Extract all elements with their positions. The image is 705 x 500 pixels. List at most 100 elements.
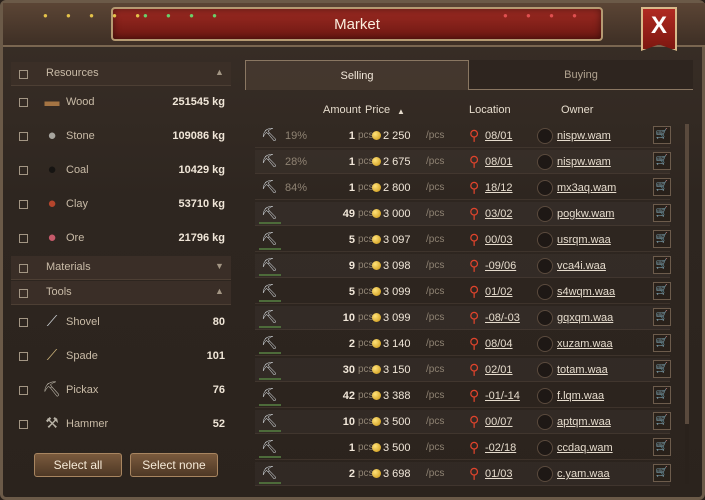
buy-cart-button[interactable]: 🛒 xyxy=(653,360,671,378)
collapse-arrow-icon[interactable]: ▲ xyxy=(215,286,224,296)
owner-link[interactable]: pogkw.wam xyxy=(557,208,614,220)
column-header-amount[interactable]: Amount xyxy=(323,104,361,116)
owner-avatar[interactable] xyxy=(537,466,553,482)
group-checkbox[interactable] xyxy=(19,264,28,273)
item-checkbox[interactable] xyxy=(19,132,28,141)
listing-row[interactable]: ⛏ 30 pcs 3 150/pcs ⚲ 02/01 totam.waa 🛒 xyxy=(255,358,671,382)
location-link[interactable]: -08/-03 xyxy=(485,312,520,324)
item-checkbox[interactable] xyxy=(19,200,28,209)
filter-item-stone[interactable]: ● Stone 109086 kg xyxy=(11,120,231,154)
collapse-arrow-icon[interactable]: ▲ xyxy=(215,67,224,77)
owner-avatar[interactable] xyxy=(537,414,553,430)
owner-link[interactable]: mx3aq.wam xyxy=(557,182,616,194)
owner-link[interactable]: gqxqm.waa xyxy=(557,312,613,324)
owner-link[interactable]: ccdaq.wam xyxy=(557,442,613,454)
location-link[interactable]: -01/-14 xyxy=(485,390,520,402)
select-none-button[interactable]: Select none xyxy=(130,453,218,477)
filter-item-ore[interactable]: ● Ore 21796 kg xyxy=(11,222,231,256)
buy-cart-button[interactable]: 🛒 xyxy=(653,438,671,456)
buy-cart-button[interactable]: 🛒 xyxy=(653,464,671,482)
location-link[interactable]: -02/18 xyxy=(485,442,516,454)
column-header-owner[interactable]: Owner xyxy=(561,104,593,116)
listing-row[interactable]: ⛏ 19% 1 pcs 2 250/pcs ⚲ 08/01 nispw.wam 🛒 xyxy=(255,124,671,148)
owner-avatar[interactable] xyxy=(537,206,553,222)
owner-link[interactable]: nispw.wam xyxy=(557,130,611,142)
group-checkbox[interactable] xyxy=(19,289,28,298)
item-checkbox[interactable] xyxy=(19,166,28,175)
close-button[interactable]: X xyxy=(641,7,677,51)
owner-avatar[interactable] xyxy=(537,232,553,248)
location-link[interactable]: 01/03 xyxy=(485,468,513,480)
group-materials[interactable]: Materials ▼ xyxy=(11,256,231,280)
item-checkbox[interactable] xyxy=(19,386,28,395)
owner-link[interactable]: c.yam.waa xyxy=(557,468,610,480)
location-link[interactable]: 02/01 xyxy=(485,364,513,376)
scrollbar[interactable] xyxy=(685,124,689,484)
owner-avatar[interactable] xyxy=(537,284,553,300)
location-link[interactable]: 03/02 xyxy=(485,208,513,220)
expand-arrow-icon[interactable]: ▼ xyxy=(215,261,224,271)
owner-link[interactable]: xuzam.waa xyxy=(557,338,613,350)
location-link[interactable]: 08/04 xyxy=(485,338,513,350)
listing-row[interactable]: ⛏ 5 pcs 3 097/pcs ⚲ 00/03 usrqm.waa 🛒 xyxy=(255,228,671,252)
listing-row[interactable]: ⛏ 5 pcs 3 099/pcs ⚲ 01/02 s4wqm.waa 🛒 xyxy=(255,280,671,304)
owner-avatar[interactable] xyxy=(537,154,553,170)
filter-item-wood[interactable]: ▬ Wood 251545 kg xyxy=(11,86,231,120)
location-link[interactable]: 08/01 xyxy=(485,156,513,168)
listing-row[interactable]: ⛏ 10 pcs 3 099/pcs ⚲ -08/-03 gqxqm.waa 🛒 xyxy=(255,306,671,330)
group-tools[interactable]: Tools ▲ xyxy=(11,281,231,305)
buy-cart-button[interactable]: 🛒 xyxy=(653,230,671,248)
owner-link[interactable]: totam.waa xyxy=(557,364,608,376)
group-resources[interactable]: Resources ▲ xyxy=(11,62,231,86)
location-link[interactable]: 01/02 xyxy=(485,286,513,298)
listing-row[interactable]: ⛏ 28% 1 pcs 2 675/pcs ⚲ 08/01 nispw.wam 🛒 xyxy=(255,150,671,174)
buy-cart-button[interactable]: 🛒 xyxy=(653,412,671,430)
owner-avatar[interactable] xyxy=(537,310,553,326)
filter-item-pickax[interactable]: ⛏ Pickax 76 xyxy=(11,374,231,408)
owner-avatar[interactable] xyxy=(537,388,553,404)
owner-avatar[interactable] xyxy=(537,440,553,456)
filter-item-coal[interactable]: ● Coal 10429 kg xyxy=(11,154,231,188)
owner-avatar[interactable] xyxy=(537,336,553,352)
item-checkbox[interactable] xyxy=(19,98,28,107)
buy-cart-button[interactable]: 🛒 xyxy=(653,152,671,170)
filter-item-clay[interactable]: ● Clay 53710 kg xyxy=(11,188,231,222)
listing-row[interactable]: ⛏ 9 pcs 3 098/pcs ⚲ -09/06 vca4i.waa 🛒 xyxy=(255,254,671,278)
buy-cart-button[interactable]: 🛒 xyxy=(653,386,671,404)
location-link[interactable]: 18/12 xyxy=(485,182,513,194)
tab-buying[interactable]: Buying xyxy=(469,60,693,90)
sort-arrow-icon[interactable]: ▲ xyxy=(397,107,405,116)
buy-cart-button[interactable]: 🛒 xyxy=(653,334,671,352)
listing-row[interactable]: ⛏ 10 pcs 3 500/pcs ⚲ 00/07 aptqm.waa 🛒 xyxy=(255,410,671,434)
listing-row[interactable]: ⛏ 2 pcs 3 698/pcs ⚲ 01/03 c.yam.waa 🛒 xyxy=(255,462,671,486)
item-checkbox[interactable] xyxy=(19,352,28,361)
select-all-button[interactable]: Select all xyxy=(34,453,122,477)
owner-link[interactable]: f.lqm.waa xyxy=(557,390,604,402)
filter-item-spade[interactable]: ⟋ Spade 101 xyxy=(11,340,231,374)
owner-link[interactable]: aptqm.waa xyxy=(557,416,611,428)
listing-row[interactable]: ⛏ 42 pcs 3 388/pcs ⚲ -01/-14 f.lqm.waa 🛒 xyxy=(255,384,671,408)
tab-selling[interactable]: Selling xyxy=(245,60,469,90)
listing-row[interactable]: ⛏ 1 pcs 3 500/pcs ⚲ -02/18 ccdaq.wam 🛒 xyxy=(255,436,671,460)
group-checkbox[interactable] xyxy=(19,70,28,79)
listing-row[interactable]: ⛏ 84% 1 pcs 2 800/pcs ⚲ 18/12 mx3aq.wam 🛒 xyxy=(255,176,671,200)
item-checkbox[interactable] xyxy=(19,318,28,327)
owner-avatar[interactable] xyxy=(537,180,553,196)
owner-link[interactable]: s4wqm.waa xyxy=(557,286,615,298)
owner-link[interactable]: vca4i.waa xyxy=(557,260,606,272)
listing-row[interactable]: ⛏ 49 pcs 3 000/pcs ⚲ 03/02 pogkw.wam 🛒 xyxy=(255,202,671,226)
item-checkbox[interactable] xyxy=(19,234,28,243)
filter-item-shovel[interactable]: ⟋ Shovel 80 xyxy=(11,306,231,340)
column-header-location[interactable]: Location xyxy=(469,104,511,116)
location-link[interactable]: 08/01 xyxy=(485,130,513,142)
listing-row[interactable]: ⛏ 2 pcs 3 140/pcs ⚲ 08/04 xuzam.waa 🛒 xyxy=(255,332,671,356)
item-checkbox[interactable] xyxy=(19,420,28,429)
owner-avatar[interactable] xyxy=(537,362,553,378)
owner-link[interactable]: usrqm.waa xyxy=(557,234,611,246)
buy-cart-button[interactable]: 🛒 xyxy=(653,308,671,326)
column-header-price[interactable]: Price xyxy=(365,104,390,116)
scroll-thumb[interactable] xyxy=(685,124,689,424)
filter-item-hammer[interactable]: ⚒ Hammer 52 xyxy=(11,408,231,442)
buy-cart-button[interactable]: 🛒 xyxy=(653,178,671,196)
buy-cart-button[interactable]: 🛒 xyxy=(653,256,671,274)
